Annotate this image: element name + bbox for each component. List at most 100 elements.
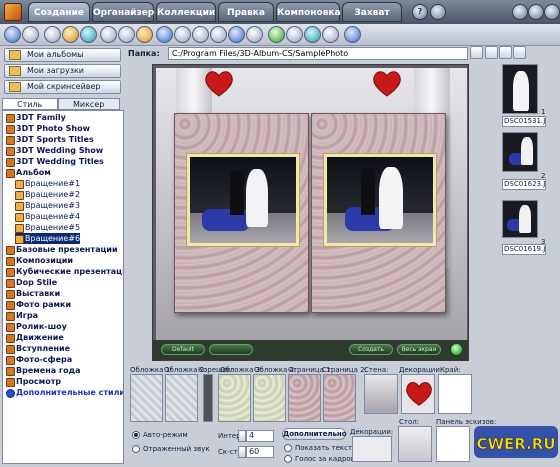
minimize-button[interactable] bbox=[512, 4, 528, 20]
web-icon[interactable] bbox=[80, 26, 97, 43]
cover4-swatch[interactable] bbox=[253, 374, 286, 422]
tree-item[interactable]: Просмотр bbox=[6, 376, 61, 387]
tree-item[interactable]: Игра bbox=[6, 310, 38, 321]
tree-item[interactable]: 3DT Photo Show bbox=[6, 123, 90, 134]
tree-subitem[interactable]: Вращение#2 bbox=[15, 189, 80, 200]
image-icon[interactable] bbox=[268, 26, 285, 43]
page1-swatch[interactable] bbox=[288, 374, 321, 422]
tree-item[interactable]: Фото-сфера bbox=[6, 354, 72, 365]
refresh-icon[interactable] bbox=[22, 26, 39, 43]
cut-icon[interactable] bbox=[210, 26, 227, 43]
heart-decoration-icon bbox=[373, 71, 401, 97]
decorations2-swatch[interactable] bbox=[352, 436, 392, 462]
my-downloads-button[interactable]: Мои загрузки bbox=[4, 64, 121, 78]
camera-icon[interactable] bbox=[44, 26, 61, 43]
tree-item[interactable]: Движение bbox=[6, 332, 64, 343]
interval-spin-icon[interactable] bbox=[238, 430, 246, 442]
text-icon[interactable] bbox=[286, 26, 303, 43]
thumbnail-2[interactable] bbox=[502, 132, 538, 172]
show-text-radio[interactable] bbox=[284, 444, 292, 452]
cover3-swatch[interactable] bbox=[218, 374, 251, 422]
film-icon[interactable] bbox=[304, 26, 321, 43]
tree-item[interactable]: Кубические презентации bbox=[6, 266, 123, 277]
close-button[interactable] bbox=[544, 4, 560, 20]
tree-subitem[interactable]: Вращение#1 bbox=[15, 178, 80, 189]
export-icon[interactable] bbox=[344, 26, 361, 43]
tree-item-album[interactable]: Альбом bbox=[6, 167, 51, 178]
create-button[interactable]: Создать bbox=[349, 344, 393, 355]
fullscreen-button[interactable]: Весь экран bbox=[397, 344, 441, 355]
tree-item[interactable]: Ролик-шоу bbox=[6, 321, 67, 332]
tab-capture[interactable]: Захват bbox=[342, 2, 402, 22]
tree-item[interactable]: Базовые презентации bbox=[6, 244, 118, 255]
extra-button[interactable]: Дополнительно bbox=[282, 428, 347, 440]
tree-subitem-selected[interactable]: Вращение#6 bbox=[15, 233, 81, 244]
interval-input[interactable]: 4 bbox=[246, 430, 274, 442]
heart-icon[interactable] bbox=[513, 46, 526, 59]
page2-swatch[interactable] bbox=[323, 374, 356, 422]
tree-item[interactable]: 3DT Sports Titles bbox=[6, 134, 94, 145]
edge-swatch[interactable] bbox=[438, 374, 472, 414]
my-screensaver-button[interactable]: Мой скринсейвер bbox=[4, 80, 121, 94]
reflect-sound-radio[interactable] bbox=[132, 445, 140, 453]
maximize-button[interactable] bbox=[528, 4, 544, 20]
album-preview[interactable]: Default Создать Весь экран bbox=[152, 64, 469, 361]
cover2-swatch[interactable] bbox=[165, 374, 198, 422]
move-icon[interactable] bbox=[100, 26, 117, 43]
sketch-panel-swatch[interactable] bbox=[436, 426, 470, 462]
wand-icon[interactable] bbox=[246, 26, 263, 43]
zoom-icon[interactable] bbox=[174, 26, 191, 43]
my-albums-button[interactable]: Мои альбомы bbox=[4, 48, 121, 62]
edge-label: Край: bbox=[440, 366, 461, 374]
default-button[interactable]: Default bbox=[161, 344, 205, 355]
browse-icon[interactable] bbox=[470, 46, 483, 59]
decorations-swatch[interactable] bbox=[401, 374, 435, 414]
tab-edit[interactable]: Правка bbox=[218, 2, 274, 22]
pen-tool-icon[interactable] bbox=[485, 46, 498, 59]
tree-item[interactable]: Времена года bbox=[6, 365, 80, 376]
tab-style[interactable]: Стиль bbox=[2, 98, 58, 110]
tree-item-extra-styles[interactable]: Дополнительные стили bbox=[6, 387, 123, 398]
tree-subitem[interactable]: Вращение#5 bbox=[15, 222, 80, 233]
tree-item[interactable]: 3DT Wedding Titles bbox=[6, 156, 104, 167]
tree-subitem[interactable]: Вращение#4 bbox=[15, 211, 80, 222]
power-icon[interactable] bbox=[4, 26, 21, 43]
tab-organizer[interactable]: Органайзер bbox=[92, 2, 154, 22]
tools-icon[interactable] bbox=[118, 26, 135, 43]
palette-icon[interactable] bbox=[499, 46, 512, 59]
help-button[interactable]: ? bbox=[412, 4, 428, 20]
tree-item[interactable]: 3DT Family bbox=[6, 112, 66, 123]
tree-item[interactable]: Композиции bbox=[6, 255, 73, 266]
voice-over-radio[interactable] bbox=[284, 455, 292, 463]
frame-icon[interactable] bbox=[192, 26, 209, 43]
rotate-icon[interactable] bbox=[156, 26, 173, 43]
tab-mixer[interactable]: Миксер bbox=[58, 98, 120, 110]
thumbnail-1[interactable] bbox=[502, 64, 538, 114]
tab-create[interactable]: Создание bbox=[28, 2, 90, 22]
list-icon[interactable] bbox=[322, 26, 339, 43]
tree-item[interactable]: Выставки bbox=[6, 288, 60, 299]
tab-collections[interactable]: Коллекции bbox=[156, 2, 216, 22]
light-icon[interactable] bbox=[136, 26, 153, 43]
tree-subitem[interactable]: Вращение#3 bbox=[15, 200, 80, 211]
auto-mode-radio[interactable] bbox=[132, 431, 140, 439]
globe-icon[interactable] bbox=[62, 26, 79, 43]
preview-slider[interactable] bbox=[209, 344, 253, 355]
tree-item[interactable]: Вступление bbox=[6, 343, 70, 354]
wall-swatch[interactable] bbox=[364, 374, 398, 414]
speed-input[interactable]: 60 bbox=[246, 446, 274, 458]
settings-button[interactable] bbox=[430, 4, 446, 20]
preview-stage bbox=[156, 68, 467, 340]
thumbnail-3[interactable] bbox=[502, 200, 538, 238]
speed-spin-icon[interactable] bbox=[238, 446, 246, 458]
play-icon[interactable] bbox=[450, 343, 463, 356]
tab-layout[interactable]: Компоновка bbox=[276, 2, 341, 22]
tree-item[interactable]: 3DT Wedding Show bbox=[6, 145, 103, 156]
tree-item[interactable]: Фото рамки bbox=[6, 299, 71, 310]
spine-swatch[interactable] bbox=[203, 374, 213, 422]
table-swatch[interactable] bbox=[398, 426, 432, 462]
pen-icon[interactable] bbox=[228, 26, 245, 43]
folder-path-input[interactable]: C:/Program Files/3D-Album-CS/SamplePhoto bbox=[168, 47, 468, 60]
cover1-swatch[interactable] bbox=[130, 374, 163, 422]
tree-item[interactable]: Dop Stile bbox=[6, 277, 57, 288]
